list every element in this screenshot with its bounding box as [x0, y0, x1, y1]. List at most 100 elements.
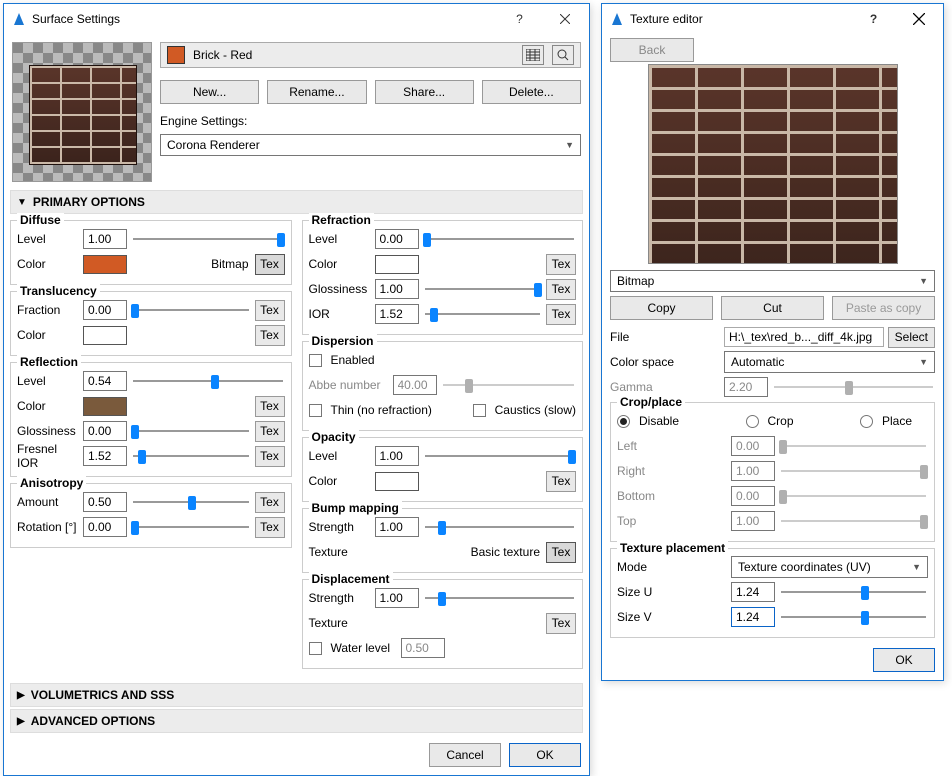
reflection-ior-tex-button[interactable]: Tex: [255, 446, 285, 467]
cancel-button[interactable]: Cancel: [429, 743, 501, 767]
material-browse-icon[interactable]: [552, 45, 574, 65]
file-label: File: [610, 330, 720, 344]
anisotropy-rotation-tex-button[interactable]: Tex: [255, 517, 285, 538]
bump-strength-slider[interactable]: [423, 517, 577, 537]
disp-strength-input[interactable]: [375, 588, 419, 608]
section-volumetrics[interactable]: ▶ VOLUMETRICS AND SSS: [10, 683, 583, 707]
sizeu-slider[interactable]: [779, 582, 928, 602]
gamma-label: Gamma: [610, 380, 720, 394]
material-swatch[interactable]: [167, 46, 185, 64]
thin-checkbox[interactable]: [309, 404, 322, 417]
chevron-down-icon: ▼: [919, 276, 928, 286]
water-level-checkbox[interactable]: [309, 642, 322, 655]
material-hatch-icon[interactable]: [522, 45, 544, 65]
opacity-level-slider[interactable]: [423, 446, 577, 466]
refraction-level-input[interactable]: [375, 229, 419, 249]
ok-button[interactable]: OK: [509, 743, 581, 767]
gamma-input: [724, 377, 768, 397]
reflection-gloss-tex-button[interactable]: Tex: [255, 421, 285, 442]
sizev-input[interactable]: [731, 607, 775, 627]
caustics-checkbox[interactable]: [473, 404, 486, 417]
help-button[interactable]: ?: [497, 5, 542, 33]
texeditor-ok-button[interactable]: OK: [873, 648, 935, 672]
reflection-color-swatch[interactable]: [83, 397, 127, 416]
refraction-color-swatch[interactable]: [375, 255, 419, 274]
crop-crop-radio[interactable]: [746, 415, 759, 428]
reflection-level-input[interactable]: [83, 371, 127, 391]
rename-button[interactable]: Rename...: [267, 80, 366, 104]
colorspace-select[interactable]: Automatic▼: [724, 351, 935, 373]
copy-button[interactable]: Copy: [610, 296, 713, 320]
texture-type-select[interactable]: Bitmap▼: [610, 270, 935, 292]
crop-disable-radio[interactable]: [617, 415, 630, 428]
diffuse-group: Diffuse Level Color Bitmap Tex: [10, 220, 292, 285]
crop-legend: Crop/place: [617, 395, 685, 409]
anisotropy-amount-tex-button[interactable]: Tex: [255, 492, 285, 513]
refraction-ior-slider[interactable]: [423, 304, 543, 324]
reflection-gloss-slider[interactable]: [131, 421, 251, 441]
sizev-slider[interactable]: [779, 607, 928, 627]
refraction-color-tex-button[interactable]: Tex: [546, 254, 576, 275]
sizeu-label: Size U: [617, 585, 727, 599]
translucency-color-tex-button[interactable]: Tex: [255, 325, 285, 346]
refraction-gloss-input[interactable]: [375, 279, 419, 299]
anisotropy-amount-input[interactable]: [83, 492, 127, 512]
diffuse-color-swatch[interactable]: [83, 255, 127, 274]
diffuse-tex-button[interactable]: Tex: [255, 254, 285, 275]
anisotropy-amount-slider[interactable]: [131, 492, 251, 512]
refraction-ior-tex-button[interactable]: Tex: [546, 304, 576, 325]
translucency-fraction-tex-button[interactable]: Tex: [255, 300, 285, 321]
refraction-legend: Refraction: [309, 213, 374, 227]
surface-settings-dialog: Surface Settings ? Brick - Red New... Re…: [3, 3, 590, 776]
delete-button[interactable]: Delete...: [482, 80, 581, 104]
file-select-button[interactable]: Select: [888, 327, 935, 348]
disp-strength-slider[interactable]: [423, 588, 577, 608]
placement-mode-select[interactable]: Texture coordinates (UV)▼: [731, 556, 928, 578]
help-button[interactable]: ?: [851, 5, 896, 33]
refraction-level-slider[interactable]: [423, 229, 577, 249]
crop-place-radio[interactable]: [860, 415, 873, 428]
bump-legend: Bump mapping: [309, 501, 402, 515]
opacity-group: Opacity Level ColorTex: [302, 437, 584, 502]
chevron-right-icon: ▶: [17, 690, 25, 701]
anisotropy-rotation-slider[interactable]: [131, 517, 251, 537]
reflection-color-tex-button[interactable]: Tex: [255, 396, 285, 417]
diffuse-level-slider[interactable]: [131, 229, 285, 249]
bump-strength-input[interactable]: [375, 517, 419, 537]
diffuse-level-input[interactable]: [83, 229, 127, 249]
close-button[interactable]: [896, 5, 941, 33]
back-button[interactable]: Back: [610, 38, 694, 62]
translucency-fraction-input[interactable]: [83, 300, 127, 320]
refraction-ior-input[interactable]: [375, 304, 419, 324]
reflection-ior-input[interactable]: [83, 446, 127, 466]
abbe-label: Abbe number: [309, 378, 389, 392]
sizeu-input[interactable]: [731, 582, 775, 602]
dispersion-enabled-checkbox[interactable]: [309, 354, 322, 367]
chevron-right-icon: ▶: [17, 716, 25, 727]
crop-place-label: Place: [882, 414, 912, 428]
opacity-color-swatch[interactable]: [375, 472, 419, 491]
bump-tex-button[interactable]: Tex: [546, 542, 576, 563]
share-button[interactable]: Share...: [375, 80, 474, 104]
close-button[interactable]: [542, 5, 587, 33]
anisotropy-rotation-input[interactable]: [83, 517, 127, 537]
disp-tex-button[interactable]: Tex: [546, 613, 576, 634]
reflection-gloss-input[interactable]: [83, 421, 127, 441]
section-primary[interactable]: ▼ PRIMARY OPTIONS: [10, 190, 583, 214]
refraction-gloss-tex-button[interactable]: Tex: [546, 279, 576, 300]
translucency-color-label: Color: [17, 328, 79, 342]
reflection-ior-slider[interactable]: [131, 446, 251, 466]
bump-basic-label: Basic texture: [375, 545, 541, 559]
reflection-level-slider[interactable]: [131, 371, 285, 391]
engine-select[interactable]: Corona Renderer ▼: [160, 134, 581, 156]
section-advanced[interactable]: ▶ ADVANCED OPTIONS: [10, 709, 583, 733]
opacity-level-input[interactable]: [375, 446, 419, 466]
opacity-color-tex-button[interactable]: Tex: [546, 471, 576, 492]
refraction-gloss-slider[interactable]: [423, 279, 543, 299]
file-path: H:\_tex\red_b..._diff_4k.jpg: [724, 327, 884, 347]
translucency-color-swatch[interactable]: [83, 326, 127, 345]
translucency-fraction-slider[interactable]: [131, 300, 251, 320]
texeditor-titlebar: Texture editor ?: [602, 4, 943, 34]
new-button[interactable]: New...: [160, 80, 259, 104]
cut-button[interactable]: Cut: [721, 296, 824, 320]
